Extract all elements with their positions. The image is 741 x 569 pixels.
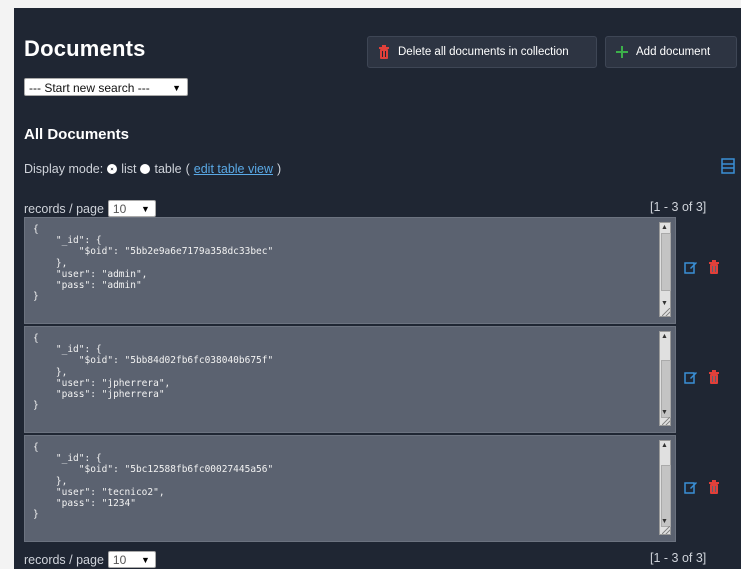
scrollbar[interactable]: ▲ ▼ xyxy=(659,222,671,317)
resize-grip-icon[interactable] xyxy=(662,417,670,425)
row-actions xyxy=(684,370,720,389)
trash-icon xyxy=(379,45,389,59)
delete-all-documents-button[interactable]: Delete all documents in collection xyxy=(367,36,597,68)
document-json: { "_id": { "$oid": "5bb84d02fb6fc038040b… xyxy=(33,333,274,412)
documents-panel: Documents Delete all documents in collec… xyxy=(14,8,741,569)
document-item[interactable]: { "_id": { "$oid": "5bb84d02fb6fc038040b… xyxy=(24,326,676,433)
scrollbar-thumb[interactable] xyxy=(661,233,671,291)
row-actions xyxy=(684,260,720,279)
scrollbar[interactable]: ▲ ▼ xyxy=(659,331,671,426)
chevron-up-icon[interactable]: ▲ xyxy=(661,442,668,449)
records-per-page-bottom: records / page 10 ▼ xyxy=(24,551,156,568)
chevron-down-icon[interactable]: ▼ xyxy=(661,518,668,525)
pagination-range: [1 - 3 of 3] xyxy=(650,551,707,565)
trash-icon[interactable] xyxy=(708,370,720,389)
records-per-page-select[interactable]: 10 ▼ xyxy=(107,551,156,568)
resize-grip-icon[interactable] xyxy=(662,526,670,534)
records-per-page-value: 10 xyxy=(112,202,127,216)
table-radio[interactable] xyxy=(140,164,151,174)
edit-icon[interactable] xyxy=(684,370,698,389)
document-json: { "_id": { "$oid": "5bb2e9a6e7179a358dc3… xyxy=(33,224,274,303)
records-per-page-label: records / page xyxy=(24,552,104,567)
chevron-down-icon[interactable]: ▼ xyxy=(661,300,668,307)
add-document-button[interactable]: Add document xyxy=(605,36,737,68)
table-radio-label: table xyxy=(154,162,182,176)
display-mode-label: Display mode: xyxy=(24,162,104,176)
search-select[interactable]: --- Start new search --- ▼ xyxy=(24,78,188,96)
chevron-up-icon[interactable]: ▲ xyxy=(661,333,668,340)
document-item[interactable]: { "_id": { "$oid": "5bc12588fb6fc0002744… xyxy=(24,435,676,542)
page-title: Documents xyxy=(24,36,146,61)
close-paren: ) xyxy=(276,162,282,176)
edit-table-view-link[interactable]: edit table view xyxy=(194,162,273,176)
chevron-down-icon: ▼ xyxy=(141,555,150,565)
list-radio[interactable] xyxy=(107,164,118,174)
list-radio-label: list xyxy=(121,162,137,176)
records-per-page-label: records / page xyxy=(24,201,104,216)
search-select-value: --- Start new search --- xyxy=(29,81,150,95)
resize-grip-icon[interactable] xyxy=(662,308,670,316)
open-paren: ( xyxy=(185,162,190,176)
trash-icon[interactable] xyxy=(708,260,720,279)
trash-icon[interactable] xyxy=(708,480,720,499)
add-document-label: Add document xyxy=(636,46,711,58)
document-json: { "_id": { "$oid": "5bc12588fb6fc0002744… xyxy=(33,442,274,521)
chevron-down-icon[interactable]: ▼ xyxy=(661,409,668,416)
pagination-range: [1 - 3 of 3] xyxy=(650,200,707,214)
plus-icon xyxy=(616,46,628,58)
records-per-page-value: 10 xyxy=(112,553,127,567)
records-per-page-top: records / page 10 ▼ xyxy=(24,200,156,217)
columns-icon[interactable] xyxy=(721,158,735,174)
chevron-down-icon: ▼ xyxy=(172,83,181,93)
section-title: All Documents xyxy=(24,126,130,143)
row-actions xyxy=(684,480,720,499)
edit-icon[interactable] xyxy=(684,480,698,499)
chevron-down-icon: ▼ xyxy=(141,204,150,214)
chevron-up-icon[interactable]: ▲ xyxy=(661,224,668,231)
edit-icon[interactable] xyxy=(684,260,698,279)
delete-all-label: Delete all documents in collection xyxy=(398,46,569,58)
scrollbar[interactable]: ▲ ▼ xyxy=(659,440,671,535)
records-per-page-select[interactable]: 10 ▼ xyxy=(107,200,156,217)
display-mode-row: Display mode: list table ( edit table vie… xyxy=(24,162,281,176)
document-item[interactable]: { "_id": { "$oid": "5bb2e9a6e7179a358dc3… xyxy=(24,217,676,324)
